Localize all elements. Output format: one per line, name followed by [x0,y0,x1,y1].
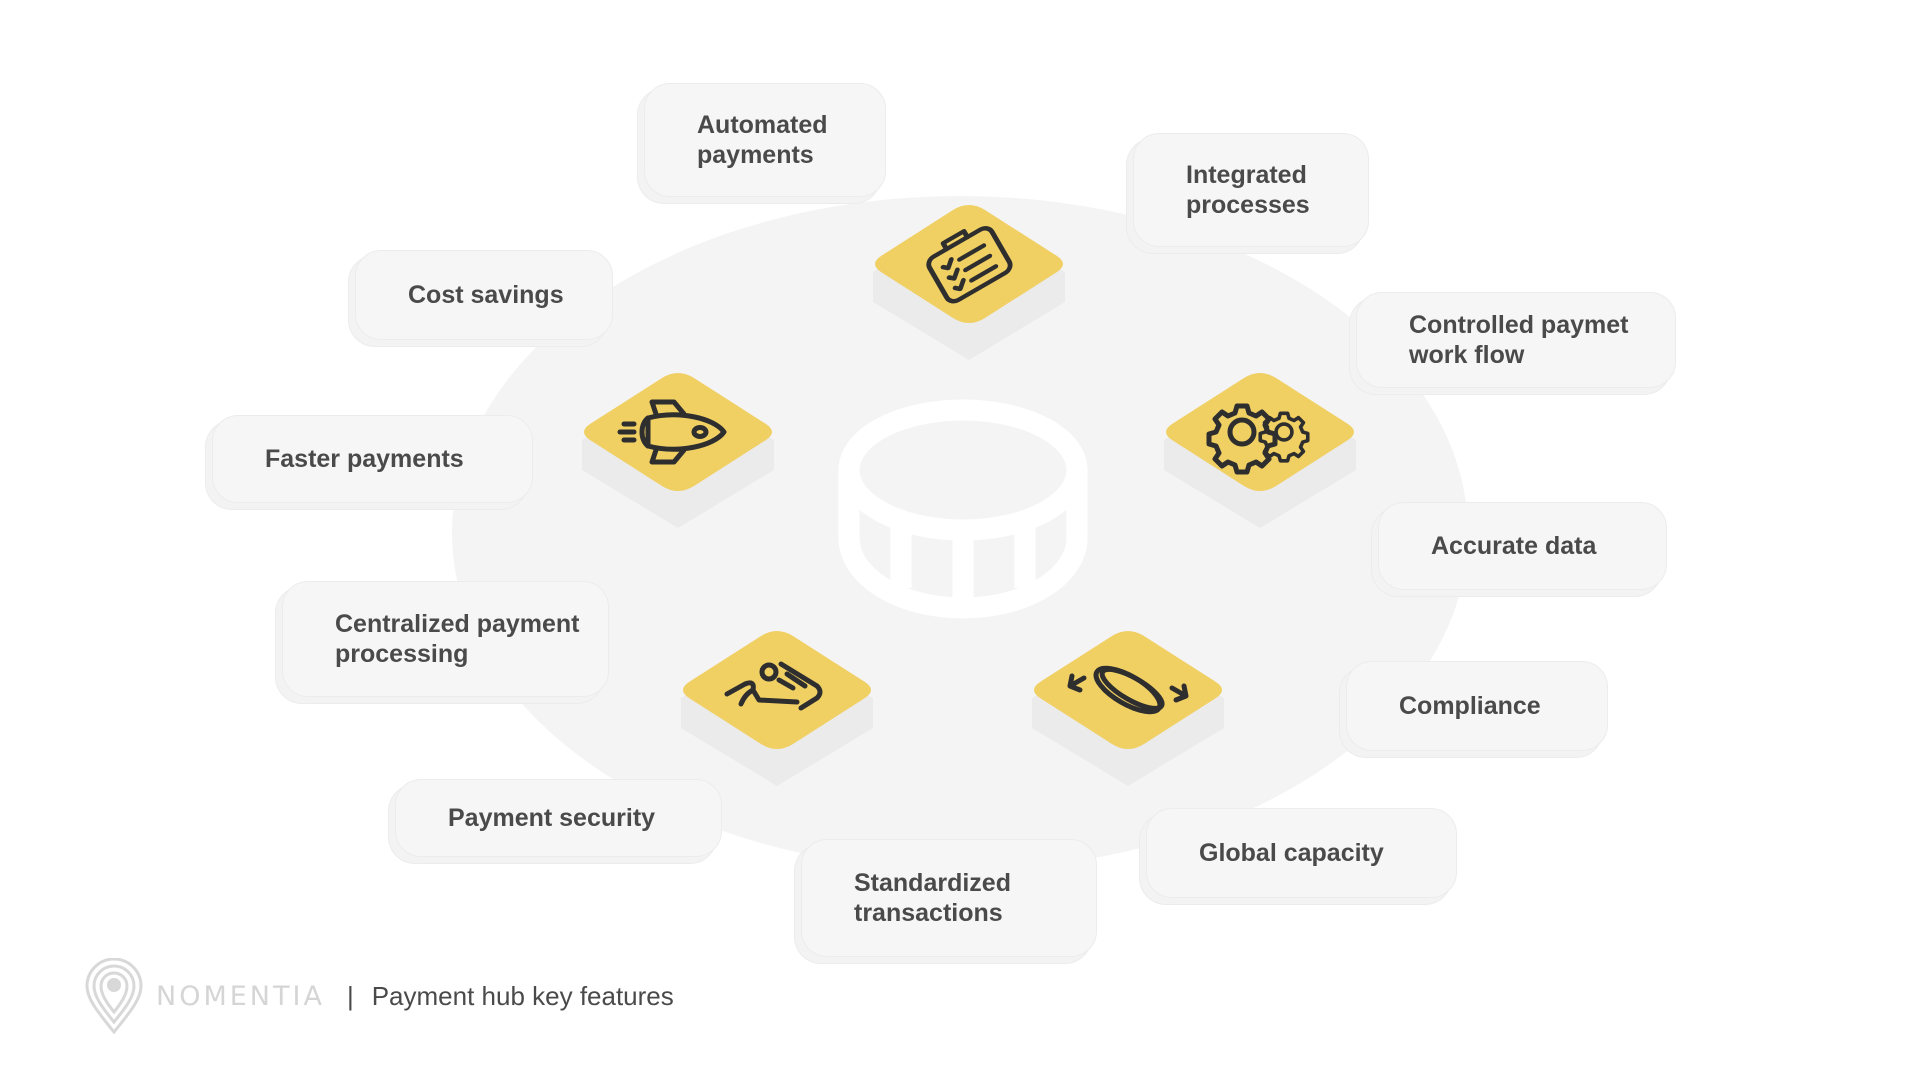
feature-automated-payments: Automated payments [644,83,886,197]
feature-label: Compliance [1399,692,1541,720]
feature-compliance: Compliance [1346,661,1608,751]
database-icon [837,398,1089,620]
feature-label: Centralized payment processing [335,610,580,668]
tile-workflow [1160,358,1360,528]
diagram-title: Payment hub key features [371,980,674,1011]
feature-integrated-processes: Integrated processes [1133,133,1369,247]
feature-label: Cost savings [408,281,564,309]
feature-label: Global capacity [1199,839,1384,867]
feature-accurate-data: Accurate data [1378,502,1667,590]
brand-name: NOMENTIA [156,980,325,1012]
feature-label: Integrated processes [1186,161,1310,219]
feature-standardized-transactions: Standardized transactions [801,839,1097,957]
feature-label: Automated payments [697,111,828,169]
tile-automation [869,190,1069,360]
feature-global-capacity: Global capacity [1146,808,1457,898]
feature-label: Accurate data [1431,532,1597,560]
tile-global [1028,616,1228,786]
feature-payment-security: Payment security [395,779,722,857]
feature-label: Faster payments [265,445,464,473]
footer: NOMENTIA | Payment hub key features [84,958,674,1034]
feature-controlled-workflow: Controlled paymet work flow [1356,292,1676,388]
footer-separator: | [346,980,354,1011]
tile-speed [578,358,778,528]
feature-faster-payments: Faster payments [212,415,533,503]
feature-cost-savings: Cost savings [355,250,613,340]
feature-label: Payment security [448,804,656,832]
feature-label: Standardized transactions [854,869,1011,927]
tile-processing [677,616,877,786]
feature-centralized-processing: Centralized payment processing [282,581,609,697]
nomentia-logo-icon [85,958,143,1034]
feature-label: Controlled paymet work flow [1409,311,1629,369]
